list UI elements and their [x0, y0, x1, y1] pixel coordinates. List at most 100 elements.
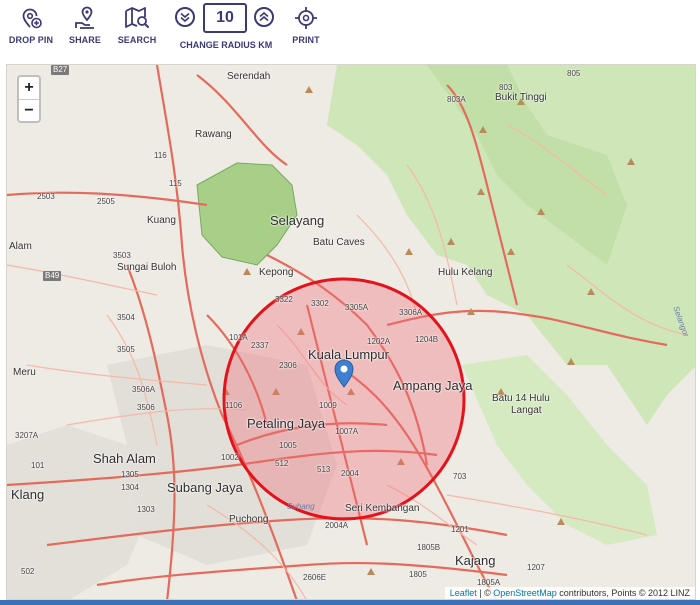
zoom-out-button[interactable]: − [19, 99, 39, 121]
place-subang-jaya: Subang Jaya [167, 480, 243, 495]
route-2004a: 2004A [325, 521, 349, 530]
chevron-down-double-icon [180, 12, 190, 23]
route-3503: 3503 [113, 251, 131, 260]
route-2503: 2503 [37, 192, 55, 201]
attribution-separator: | © [476, 588, 494, 598]
route-3506a: 3506A [132, 385, 156, 394]
route-2004: 2004 [341, 469, 359, 478]
route-115: 115 [169, 179, 182, 188]
place-kuala-lumpur: Kuala Lumpur [308, 347, 389, 362]
share-location-icon [75, 6, 94, 29]
route-2306: 2306 [279, 361, 297, 370]
route-3506: 3506 [137, 403, 155, 412]
place-puchong: Puchong [229, 514, 269, 525]
route-803a: 803A [447, 95, 466, 104]
route-3322: 3322 [275, 295, 293, 304]
map-attribution: Leaflet | © OpenStreetMap contributors, … [444, 587, 695, 599]
leaflet-link[interactable]: Leaflet [450, 588, 477, 598]
place-langat: Langat [511, 405, 542, 416]
route-1002: 1002 [221, 453, 239, 462]
bottom-bar [0, 600, 700, 605]
route-1805b: 1805B [417, 543, 441, 552]
place-kajang: Kajang [455, 553, 496, 568]
place-shah-alam: Shah Alam [93, 451, 156, 466]
route-1009: 1009 [319, 401, 337, 410]
place-serendah: Serendah [227, 71, 271, 82]
share-button[interactable]: SHARE [62, 0, 108, 60]
map-view[interactable]: Serendah Bukit Tinggi Rawang Kuang Selay… [6, 64, 696, 600]
place-rawang: Rawang [195, 129, 232, 140]
route-2505: 2505 [97, 197, 115, 206]
route-1005: 1005 [279, 441, 297, 450]
route-1305: 1305 [121, 470, 139, 479]
route-101a: 101A [229, 333, 248, 342]
route-513: 513 [317, 465, 331, 474]
route-3306a: 3306A [399, 308, 423, 317]
radius-control: 10 CHANGE RADIUS KM [172, 0, 280, 60]
place-batu-caves: Batu Caves [313, 237, 365, 248]
route-2606e: 2606E [303, 573, 327, 582]
change-radius-label: CHANGE RADIUS KM [179, 40, 273, 50]
route-1106: 1106 [225, 401, 243, 410]
route-512: 512 [275, 459, 289, 468]
route-b49: B49 [43, 271, 62, 281]
drop-pin-label: DROP PIN [8, 35, 54, 45]
chevron-up-double-icon [259, 11, 269, 22]
place-meru: Meru [13, 367, 36, 378]
attribution-text: contributors, Points © 2012 LINZ [556, 588, 690, 598]
route-1805a: 1805A [477, 578, 501, 587]
route-1204b: 1204B [415, 335, 439, 344]
route-2337: 2337 [251, 341, 269, 350]
place-sungai-buloh: Sungai Buloh [117, 262, 177, 273]
place-klang: Klang [11, 487, 45, 502]
drop-pin-button[interactable]: DROP PIN [6, 0, 56, 60]
river-subang: Subang [287, 502, 315, 511]
route-502: 502 [21, 567, 35, 576]
map-tiles [7, 65, 695, 599]
route-1304: 1304 [121, 483, 139, 492]
place-bukit-tinggi: Bukit Tinggi [495, 92, 547, 103]
crosshair-icon [295, 7, 317, 29]
radius-controls: 10 [172, 3, 280, 33]
place-kepong: Kepong [259, 267, 294, 278]
zoom-in-button[interactable]: + [19, 77, 39, 99]
route-1201: 1201 [451, 525, 469, 534]
route-101: 101 [31, 461, 45, 470]
route-3207a: 3207A [15, 431, 39, 440]
drop-pin-icon [22, 8, 42, 29]
route-3305a: 3305A [345, 303, 369, 312]
place-batu-14-hulu: Batu 14 Hulu [492, 393, 550, 404]
route-1007a: 1007A [335, 427, 359, 436]
place-selayang: Selayang [270, 213, 325, 228]
route-1805: 1805 [409, 570, 427, 579]
place-alam: Alam [9, 241, 32, 252]
search-radius-circle[interactable] [222, 277, 466, 521]
route-1202a: 1202A [367, 337, 391, 346]
zoom-control: + − [17, 75, 41, 123]
toolbar: DROP PIN SHARE SEARCH 10 CHANGE RADIUS K… [0, 0, 700, 62]
radius-increase-button[interactable] [254, 7, 274, 27]
share-label: SHARE [68, 35, 101, 45]
radius-value-input[interactable]: 10 [203, 3, 247, 33]
route-1207: 1207 [527, 563, 545, 572]
openstreetmap-link[interactable]: OpenStreetMap [493, 588, 557, 598]
search-label: SEARCH [117, 35, 157, 45]
place-petaling-jaya: Petaling Jaya [247, 416, 326, 431]
place-ampang-jaya: Ampang Jaya [393, 378, 473, 393]
radius-decrease-button[interactable] [175, 7, 195, 27]
route-805: 805 [567, 69, 581, 78]
route-3302: 3302 [311, 299, 329, 308]
map-search-icon [125, 7, 149, 28]
route-1303: 1303 [137, 505, 155, 514]
place-hulu-kelang: Hulu Kelang [438, 267, 493, 278]
route-703: 703 [453, 472, 467, 481]
place-seri-kembangan: Seri Kembangan [345, 503, 420, 514]
search-button[interactable]: SEARCH [112, 0, 162, 60]
route-b27: B27 [51, 65, 70, 75]
route-3504: 3504 [117, 313, 135, 322]
route-3505: 3505 [117, 345, 135, 354]
route-803: 803 [499, 83, 513, 92]
print-label: PRINT [292, 35, 320, 45]
print-button[interactable]: PRINT [284, 0, 328, 60]
place-kuang: Kuang [147, 215, 176, 226]
